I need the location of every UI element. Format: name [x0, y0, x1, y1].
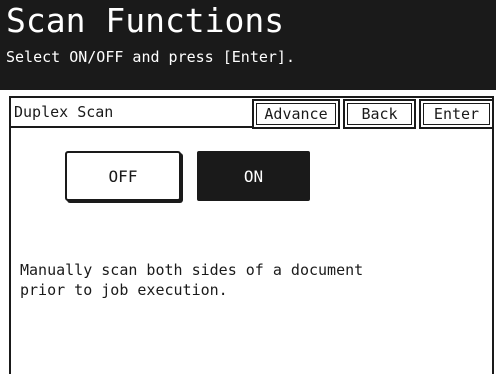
settings-panel	[9, 96, 494, 374]
function-description: Manually scan both sides of a document p…	[20, 260, 480, 300]
panel-title-underline	[9, 126, 252, 128]
description-line-2: prior to job execution.	[20, 281, 228, 299]
panel-title: Duplex Scan	[14, 103, 114, 121]
advance-button[interactable]: Advance	[252, 99, 340, 129]
back-button-label: Back	[347, 103, 412, 125]
on-option-button[interactable]: ON	[197, 151, 310, 201]
enter-button-label: Enter	[423, 103, 490, 125]
advance-button-label: Advance	[256, 103, 336, 125]
off-option-label: OFF	[108, 166, 138, 186]
header-bar: Scan Functions Select ON/OFF and press […	[0, 0, 496, 90]
scan-functions-screen: Scan Functions Select ON/OFF and press […	[0, 0, 496, 374]
back-button[interactable]: Back	[343, 99, 416, 129]
off-option-button[interactable]: OFF	[65, 151, 181, 201]
page-title: Scan Functions	[6, 1, 285, 40]
enter-button[interactable]: Enter	[419, 99, 494, 129]
description-line-1: Manually scan both sides of a document	[20, 261, 364, 279]
page-instruction: Select ON/OFF and press [Enter].	[6, 48, 295, 66]
on-option-label: ON	[243, 166, 264, 186]
